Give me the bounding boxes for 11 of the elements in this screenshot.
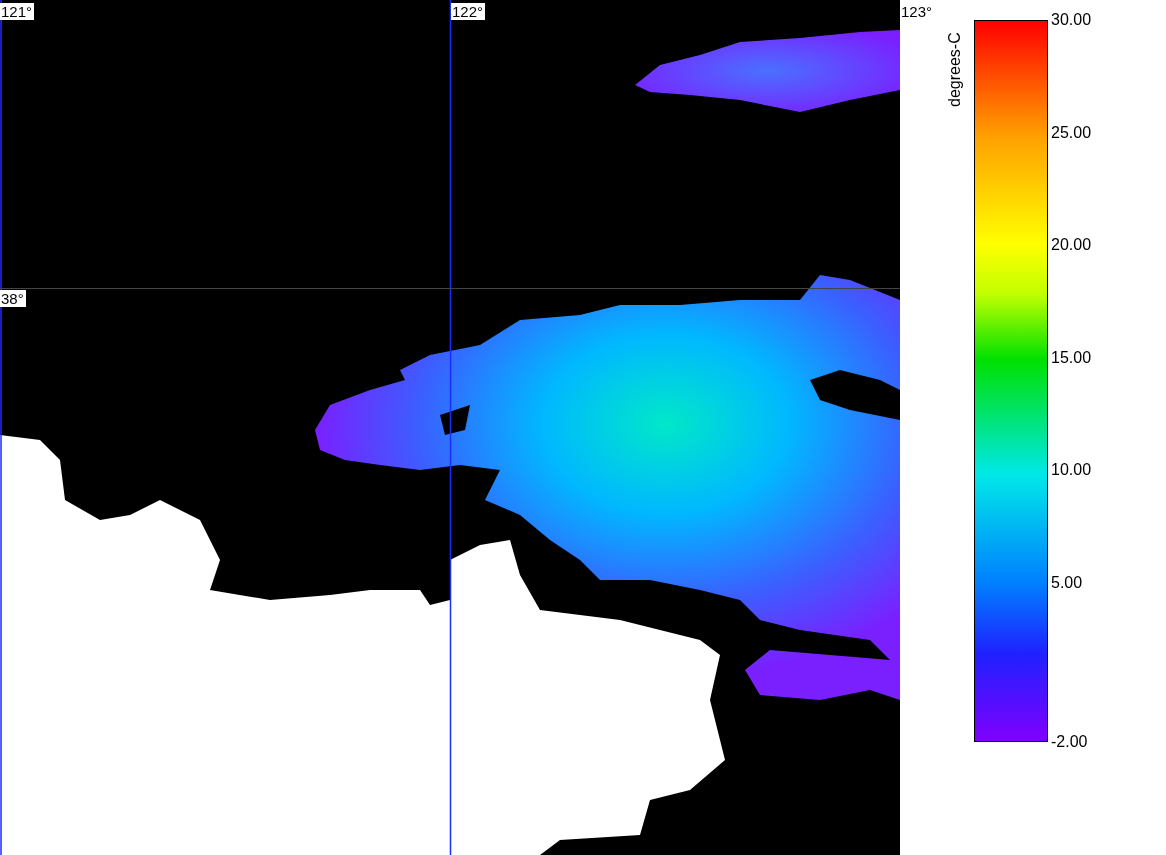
latitude-label: 38° [0,290,26,307]
longitude-label: 122° [451,3,486,20]
longitude-label: 121° [0,3,35,20]
scale-tick-label: 25.00 [1050,123,1092,143]
scale-tick-label: 5.00 [1050,573,1084,593]
scale-tick-label: 10.00 [1050,461,1092,480]
scale-tick-label: 20.00 [1050,236,1092,255]
scale-tick-label: 15.00 [1050,348,1092,368]
scale-tick-label: -2.00 [1050,733,1089,751]
scale-tick-label: 30.00 [1050,11,1092,30]
unit-label: degrees-C [945,31,964,110]
